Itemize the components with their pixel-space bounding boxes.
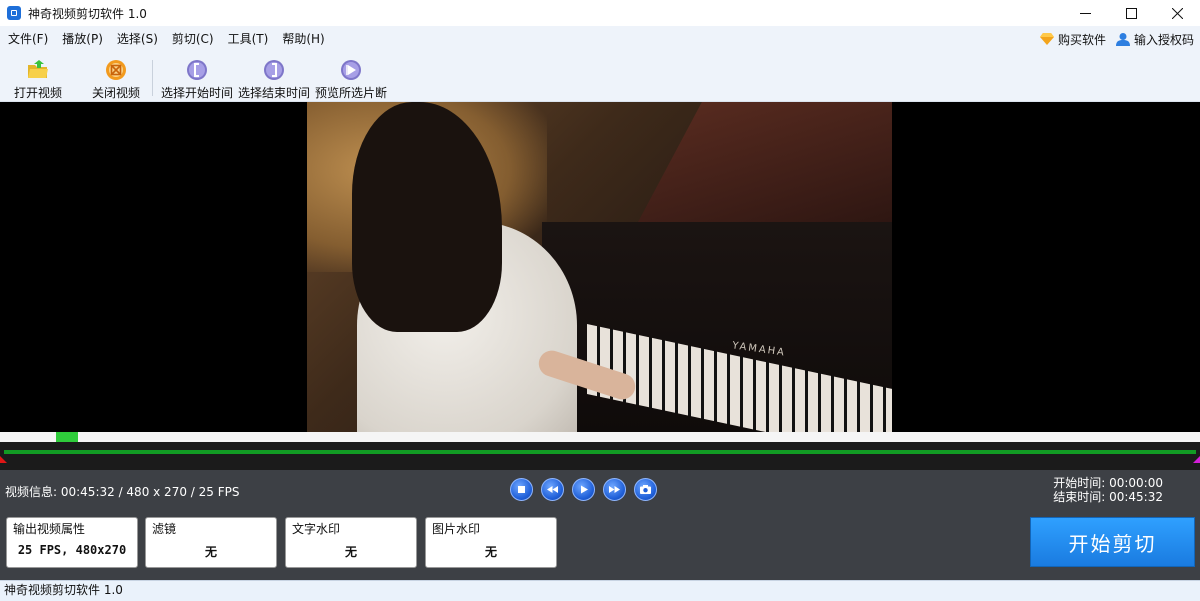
selection-time-box: 开始时间: 00:00:00 结束时间: 00:45:32	[1053, 476, 1163, 504]
start-marker[interactable]	[0, 456, 7, 463]
video-frame: YAMAHA	[307, 102, 892, 432]
toolbar-separator	[152, 60, 153, 96]
text-watermark-box[interactable]: 文字水印 无	[285, 517, 417, 568]
folder-open-icon	[28, 60, 48, 78]
user-icon	[1115, 33, 1130, 46]
control-panel: 视频信息: 00:45:32 / 480 x 270 / 25 FPS 开始时间…	[0, 470, 1200, 580]
menu-file[interactable]: 文件(F)	[1, 26, 55, 52]
preview-selection-label: 预览所选片断	[315, 86, 388, 100]
snapshot-button[interactable]	[634, 478, 657, 501]
output-properties-value: 25 FPS, 480x270	[17, 543, 127, 557]
video-info: 视频信息: 00:45:32 / 480 x 270 / 25 FPS	[5, 485, 240, 499]
select-end-time-label: 选择结束时间	[238, 86, 311, 100]
select-start-time-label: 选择开始时间	[161, 86, 234, 100]
rewind-icon	[547, 486, 558, 493]
menu-tools[interactable]: 工具(T)	[221, 26, 276, 52]
text-watermark-title: 文字水印	[292, 522, 341, 536]
image-watermark-value: 无	[484, 545, 497, 559]
diamond-icon	[1039, 33, 1054, 45]
start-time: 开始时间: 00:00:00	[1053, 476, 1163, 490]
menu-select[interactable]: 选择(S)	[110, 26, 165, 52]
output-properties-title: 输出视频属性	[13, 522, 86, 536]
enter-license-label: 输入授权码	[1133, 32, 1194, 47]
filter-title: 滤镜	[152, 522, 177, 536]
open-video-button[interactable]: 打开视频	[14, 52, 62, 102]
open-video-label: 打开视频	[14, 86, 63, 100]
play-button[interactable]	[572, 478, 595, 501]
playback-controls	[510, 478, 657, 501]
stop-button[interactable]	[510, 478, 533, 501]
title-bar: 神奇视频剪切软件 1.0	[0, 0, 1200, 26]
image-watermark-box[interactable]: 图片水印 无	[425, 517, 557, 568]
maximize-button[interactable]	[1108, 0, 1154, 26]
filter-value: 无	[204, 545, 217, 559]
close-button[interactable]	[1154, 0, 1200, 26]
fast-forward-icon	[609, 486, 620, 493]
stop-icon	[518, 486, 525, 493]
buy-software-link[interactable]: 购买软件	[1039, 31, 1106, 48]
status-bar: 神奇视频剪切软件 1.0	[0, 580, 1200, 601]
playhead-handle[interactable]	[56, 432, 78, 442]
toolbar: 打开视频 关闭视频 选择开始时间 选择结束时间 预览所选片断	[0, 52, 1200, 102]
menu-play[interactable]: 播放(P)	[55, 26, 110, 52]
buy-software-label: 购买软件	[1057, 32, 1106, 47]
text-watermark-value: 无	[344, 545, 357, 559]
app-icon	[7, 6, 21, 20]
preview-selection-button[interactable]: 预览所选片断	[315, 52, 387, 102]
preview-play-icon	[341, 60, 361, 80]
play-icon	[581, 485, 588, 494]
window-title: 神奇视频剪切软件 1.0	[28, 6, 147, 21]
select-start-time-button[interactable]: 选择开始时间	[161, 52, 233, 102]
menu-help[interactable]: 帮助(H)	[275, 26, 331, 52]
filter-box[interactable]: 滤镜 无	[145, 517, 277, 568]
end-marker[interactable]	[1193, 456, 1200, 463]
image-watermark-title: 图片水印	[432, 522, 481, 536]
menu-bar: 文件(F) 播放(P) 选择(S) 剪切(C) 工具(T) 帮助(H) 购买软件…	[0, 26, 1200, 52]
menu-cut[interactable]: 剪切(C)	[165, 26, 221, 52]
selection-range	[4, 450, 1196, 454]
window-controls	[1062, 0, 1200, 26]
select-end-time-button[interactable]: 选择结束时间	[238, 52, 310, 102]
close-video-label: 关闭视频	[92, 86, 141, 100]
start-cut-button[interactable]: 开始剪切	[1030, 517, 1195, 567]
timeline-seek-bar[interactable]	[0, 432, 1200, 442]
camera-icon	[640, 485, 651, 494]
end-time: 结束时间: 00:45:32	[1053, 490, 1163, 504]
close-video-button[interactable]: 关闭视频	[92, 52, 140, 102]
rewind-button[interactable]	[541, 478, 564, 501]
minimize-button[interactable]	[1062, 0, 1108, 26]
bracket-end-icon	[264, 60, 284, 80]
selection-track[interactable]	[0, 442, 1200, 470]
close-video-icon	[106, 60, 126, 80]
enter-license-link[interactable]: 输入授权码	[1115, 31, 1194, 48]
output-properties-box[interactable]: 输出视频属性 25 FPS, 480x270	[6, 517, 138, 568]
timeline[interactable]	[0, 432, 1200, 470]
bracket-start-icon	[187, 60, 207, 80]
fast-forward-button[interactable]	[603, 478, 626, 501]
video-player[interactable]: YAMAHA	[0, 102, 1200, 432]
